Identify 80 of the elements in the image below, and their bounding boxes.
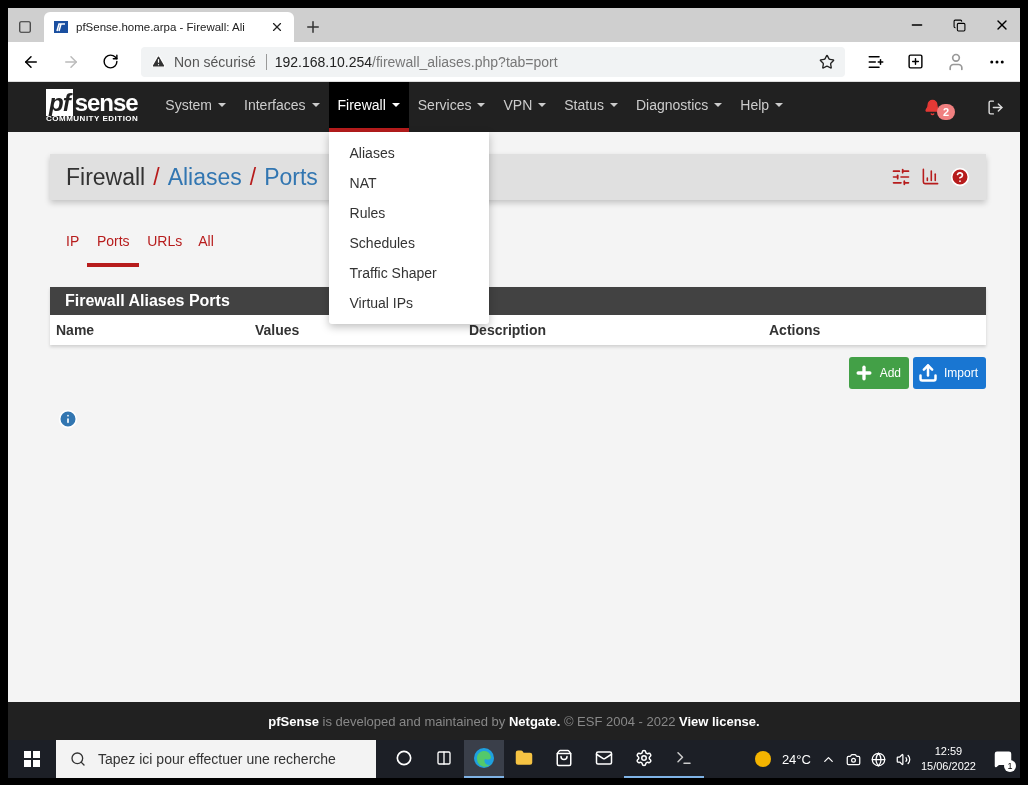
clock[interactable]: 12:59 15/06/2022 bbox=[920, 744, 976, 774]
address-bar[interactable]: Non sécurisé 192.168.10.254/firewall_aliases.php?tab=port bbox=[141, 46, 845, 77]
bag-icon[interactable] bbox=[555, 749, 573, 767]
search-icon bbox=[70, 751, 86, 767]
column-header: Actions bbox=[769, 322, 822, 338]
profile-icon[interactable] bbox=[946, 51, 966, 72]
circle-icon[interactable] bbox=[396, 750, 412, 766]
caret-icon bbox=[775, 103, 784, 107]
task-view-icon[interactable] bbox=[436, 750, 452, 766]
close-icon[interactable] bbox=[270, 20, 284, 34]
weather-text: 24°C bbox=[781, 751, 811, 767]
bell-icon[interactable] bbox=[924, 98, 941, 116]
restore-icon[interactable] bbox=[953, 18, 966, 32]
sun-icon[interactable] bbox=[753, 750, 772, 768]
mail-icon[interactable] bbox=[595, 749, 613, 767]
nav-menu[interactable]: Firewall bbox=[328, 82, 409, 132]
globe-icon[interactable] bbox=[870, 751, 886, 767]
settings-icon[interactable] bbox=[635, 749, 653, 767]
column-header: Description bbox=[469, 322, 547, 338]
browser-tab[interactable]: pfSense.home.arpa - Firewall: Ali bbox=[44, 12, 294, 42]
url-text: 192.168.10.254/firewall_aliases.php?tab=port bbox=[274, 53, 558, 70]
info-icon[interactable] bbox=[58, 409, 78, 429]
reload-icon[interactable] bbox=[102, 53, 119, 70]
breadcrumb-separator: / bbox=[153, 163, 160, 191]
column-header: Name bbox=[56, 322, 96, 338]
nav-menu[interactable]: Services bbox=[408, 82, 495, 132]
warning-icon bbox=[151, 54, 166, 69]
tab-actions-icon[interactable] bbox=[18, 20, 32, 34]
nav-menu[interactable]: Diagnostics bbox=[626, 82, 732, 132]
caret-icon bbox=[477, 103, 486, 107]
pfsense-logo[interactable]: pf sense COMMUNITY EDITION bbox=[46, 82, 139, 132]
breadcrumb-link[interactable]: Ports bbox=[264, 163, 318, 191]
subtab[interactable]: Ports bbox=[87, 233, 140, 267]
dropdown-item[interactable]: Aliases bbox=[328, 138, 489, 168]
import-button[interactable]: Import bbox=[913, 357, 986, 389]
folder-icon[interactable] bbox=[515, 749, 533, 767]
tab-title: pfSense.home.arpa - Firewall: Ali bbox=[76, 21, 246, 33]
caret-icon bbox=[311, 103, 320, 107]
subtab[interactable]: IP bbox=[58, 233, 88, 267]
breadcrumb-separator: / bbox=[249, 163, 257, 191]
search-field[interactable]: Tapez ici pour effectuer une recherche bbox=[56, 740, 376, 778]
caret-icon bbox=[714, 103, 723, 107]
subtab[interactable]: All bbox=[190, 233, 222, 267]
notification-badge: 1 bbox=[1004, 760, 1016, 772]
collections-icon[interactable] bbox=[907, 53, 924, 70]
favorite-icon[interactable] bbox=[819, 53, 835, 70]
upload-icon bbox=[918, 363, 938, 383]
camera-icon[interactable] bbox=[845, 751, 861, 767]
dropdown-item[interactable]: Traffic Shaper bbox=[328, 258, 489, 288]
search-placeholder: Tapez ici pour effectuer une recherche bbox=[98, 751, 336, 767]
speaker-icon[interactable] bbox=[895, 751, 911, 767]
nav-menu[interactable]: Interfaces bbox=[235, 82, 329, 132]
caret-icon bbox=[609, 103, 618, 107]
caret-icon bbox=[538, 103, 547, 107]
dropdown-item[interactable]: NAT bbox=[328, 168, 489, 198]
dropdown-item[interactable]: Rules bbox=[328, 198, 489, 228]
caret-icon bbox=[391, 103, 400, 107]
caret-icon bbox=[218, 103, 227, 107]
breadcrumb-text: Firewall bbox=[66, 163, 146, 191]
nav-menu[interactable]: System bbox=[156, 82, 236, 132]
logout-icon[interactable] bbox=[987, 98, 1004, 116]
nav-menu[interactable]: Status bbox=[555, 82, 627, 132]
column-header: Values bbox=[255, 322, 301, 338]
nav-menu[interactable]: VPN bbox=[494, 82, 556, 132]
help-icon[interactable] bbox=[950, 167, 970, 187]
new-tab-icon[interactable] bbox=[304, 18, 322, 36]
favicon-icon bbox=[54, 21, 68, 33]
chart-icon[interactable] bbox=[921, 167, 940, 186]
terminal-icon[interactable] bbox=[675, 749, 693, 767]
notification-badge: 2 bbox=[937, 103, 955, 120]
subtab[interactable]: URLs bbox=[139, 233, 191, 267]
breadcrumb-link[interactable]: Aliases bbox=[167, 163, 242, 191]
security-label: Non sécurisé bbox=[174, 53, 267, 70]
windows-icon[interactable] bbox=[24, 751, 40, 767]
browser-icon[interactable] bbox=[473, 747, 495, 769]
nav-menu[interactable]: Help bbox=[731, 82, 793, 132]
dropdown-item[interactable]: Schedules bbox=[328, 228, 489, 258]
footer-text: pfSense is developed and maintained by Netgate. © ESF 2004 - 2022 View license. bbox=[268, 713, 760, 729]
dropdown-item[interactable]: Virtual IPs bbox=[328, 288, 489, 318]
sliders-icon[interactable] bbox=[891, 167, 911, 187]
